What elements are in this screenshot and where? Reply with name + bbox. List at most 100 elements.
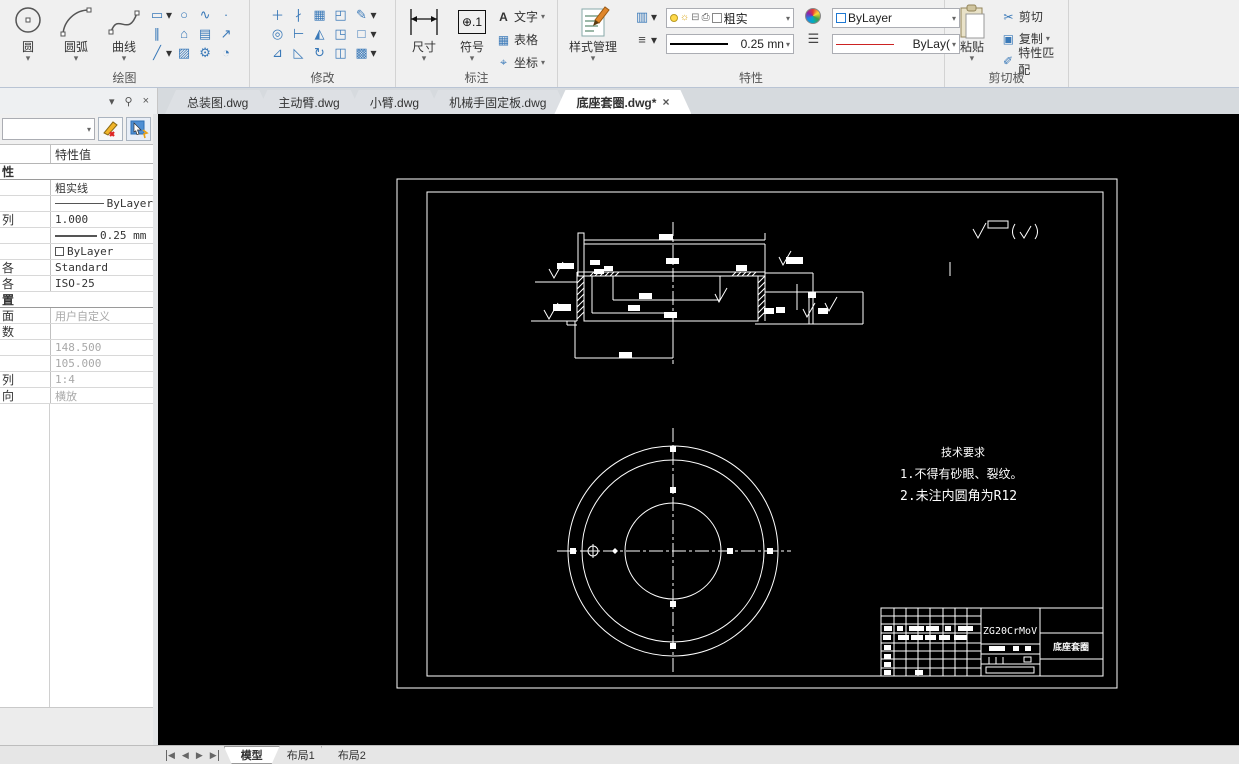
chevron-down-icon[interactable]: ▾ — [166, 8, 172, 22]
modify-stretch-button[interactable]: ⊿ — [268, 44, 286, 61]
layout-tab[interactable]: 模型 — [224, 746, 280, 764]
linetype-sample-icon[interactable]: ☰ — [804, 30, 822, 47]
nav-last-icon[interactable]: ▶ — [210, 749, 219, 761]
modify-copy-object-button[interactable]: ◰ — [331, 6, 349, 23]
select-button[interactable] — [126, 117, 151, 141]
modify-break-button[interactable]: ⊢ — [289, 25, 307, 42]
property-row[interactable]: 148.500 — [0, 340, 153, 356]
linetype-combo[interactable]: ByLay( ▾ — [832, 34, 960, 54]
panel-close-icon[interactable]: × — [143, 95, 149, 107]
drawing-canvas[interactable]: 技术要求 1.不得有砂眼、裂纹。 2.未注内圆角为R12 ZG20CrMoV 底… — [158, 114, 1239, 745]
layout-tab[interactable]: 布局1 — [270, 746, 331, 764]
property-row[interactable]: 列 1:4 — [0, 372, 153, 388]
nav-first-icon[interactable]: ◀ — [166, 749, 175, 761]
doc-tab[interactable]: 机械手固定板.dwg — [427, 90, 568, 114]
property-row[interactable]: 向 横放 — [0, 388, 153, 404]
property-row[interactable]: 性 — [0, 164, 153, 180]
linetype-menu-button[interactable]: ≡ ▾ — [633, 31, 657, 48]
chevron-down-icon[interactable]: ▾ — [786, 40, 790, 49]
draw-rectangle-button[interactable]: ▭ ▾ — [148, 6, 172, 23]
edit-cancel-button[interactable] — [98, 117, 123, 141]
modify-mirror-button[interactable]: ◭ — [310, 25, 328, 42]
draw-hatch-button[interactable]: ▨ — [175, 44, 193, 61]
circle-button[interactable]: 圆 ▾ — [4, 2, 52, 71]
chevron-down-icon[interactable]: ▾ — [541, 12, 545, 21]
property-value[interactable]: 0.25 mm — [50, 228, 153, 243]
pin-icon[interactable]: ⚲ — [125, 95, 133, 108]
chevron-down-icon[interactable]: ▾ — [541, 58, 545, 67]
property-row[interactable]: 数 — [0, 324, 153, 340]
match-properties-button[interactable]: ✐ 特性匹配 — [1001, 46, 1064, 77]
property-row[interactable]: 105.000 — [0, 356, 153, 372]
curve-button[interactable]: 曲线 ▾ — [100, 2, 148, 71]
property-value[interactable]: ByLayer — [50, 244, 153, 259]
paste-button[interactable]: 粘贴 ▾ — [949, 2, 995, 71]
draw-parallel-lines-button[interactable]: ∥ — [148, 25, 172, 42]
property-row[interactable]: 0.25 mm — [0, 228, 153, 244]
property-value[interactable] — [50, 324, 153, 339]
layer-combo[interactable]: ☼ ⊟ ⎙ 粗实 ▾ — [666, 8, 794, 28]
lineweight-combo[interactable]: 0.25 mn ▾ — [666, 34, 794, 54]
style-manager-button[interactable]: 样式管理 ▾ — [562, 2, 624, 71]
property-value[interactable]: 粗实线 — [50, 180, 153, 195]
property-row[interactable]: ByLayer — [0, 244, 153, 260]
property-value[interactable]: 1.000 — [50, 212, 153, 227]
color-combo[interactable]: ByLayer ▾ — [832, 8, 960, 28]
modify-hatch-edit-button[interactable]: ▩ ▾ — [352, 44, 376, 61]
draw-arc-text-button[interactable]: ◔ — [217, 44, 235, 61]
chevron-down-icon[interactable]: ▾ — [970, 54, 975, 63]
nav-prev-icon[interactable]: ◀ — [182, 750, 189, 761]
property-row[interactable]: 置 — [0, 292, 153, 308]
filter-combobox[interactable]: ▾ — [2, 118, 95, 140]
doc-tab[interactable]: 小臂.dwg — [348, 90, 441, 114]
color-wheel-icon[interactable] — [805, 8, 821, 24]
property-value[interactable]: ISO-25 — [50, 276, 153, 291]
chevron-down-icon[interactable]: ▾ — [422, 54, 427, 63]
draw-profile-button[interactable]: ⌂ — [175, 25, 193, 42]
table-button[interactable]: ▦ 表格 — [496, 31, 545, 48]
property-value[interactable]: 横放 — [50, 388, 153, 403]
draw-arrow-button[interactable]: ↗ — [217, 25, 235, 42]
draw-point-button[interactable]: · — [217, 6, 235, 23]
modify-move-button[interactable]: ＋ — [268, 6, 286, 23]
modify-rectangle-edit-button[interactable]: □ ▾ — [352, 25, 377, 42]
chevron-down-icon[interactable]: ▾ — [166, 46, 172, 60]
panel-menu-icon[interactable]: ▾ — [109, 95, 115, 108]
draw-line-button[interactable]: ╱ ▾ — [148, 44, 172, 61]
modify-erase-button[interactable]: ✎ ▾ — [352, 6, 376, 23]
modify-offset-button[interactable]: ◎ — [268, 25, 286, 42]
modify-corner-button[interactable]: ◳ — [331, 25, 349, 42]
doc-tab[interactable]: 底座套圈.dwg* × — [554, 90, 691, 114]
chevron-down-icon[interactable]: ▾ — [122, 54, 127, 63]
property-row[interactable]: 粗实线 — [0, 180, 153, 196]
symbol-button[interactable]: ⊕.1 符号 ▾ — [448, 2, 496, 71]
chevron-down-icon[interactable]: ▾ — [591, 54, 596, 63]
modify-rotate-3d-button[interactable]: ◫ — [331, 44, 349, 61]
chevron-down-icon[interactable]: ▾ — [470, 54, 475, 63]
property-row[interactable]: ByLayer — [0, 196, 153, 212]
property-value[interactable]: 105.000 — [50, 356, 153, 371]
chevron-down-icon[interactable]: ▾ — [26, 54, 31, 63]
property-row[interactable]: 各 ISO-25 — [0, 276, 153, 292]
text-button[interactable]: A 文字 ▾ — [496, 8, 545, 25]
doc-tab[interactable]: 主动臂.dwg — [256, 90, 361, 114]
doc-tab[interactable]: 总装图.dwg — [165, 90, 270, 114]
dimension-button[interactable]: 尺寸 ▾ — [400, 2, 448, 71]
chevron-down-icon[interactable]: ▾ — [786, 14, 790, 23]
property-row[interactable]: 各 Standard — [0, 260, 153, 276]
close-tab-icon[interactable]: × — [662, 95, 669, 109]
draw-bolt-button[interactable]: ▤ — [196, 25, 214, 42]
cut-button[interactable]: ✂ 剪切 — [1001, 7, 1064, 26]
property-value[interactable]: 用户自定义 — [50, 308, 153, 323]
draw-ellipse-button[interactable]: ○ — [175, 6, 193, 23]
property-value[interactable]: 1:4 — [50, 372, 153, 387]
chevron-down-icon[interactable]: ▾ — [370, 46, 376, 60]
modify-rotate-button[interactable]: ↻ — [310, 44, 328, 61]
property-row[interactable]: 面 用户自定义 — [0, 308, 153, 324]
layout-tab[interactable]: 布局2 — [321, 746, 382, 764]
property-value[interactable]: ByLayer — [50, 196, 153, 211]
chevron-down-icon[interactable]: ▾ — [74, 54, 79, 63]
chevron-down-icon[interactable]: ▾ — [370, 27, 376, 41]
arc-button[interactable]: 圆弧 ▾ — [52, 2, 100, 71]
draw-spline-button[interactable]: ∿ — [196, 6, 214, 23]
